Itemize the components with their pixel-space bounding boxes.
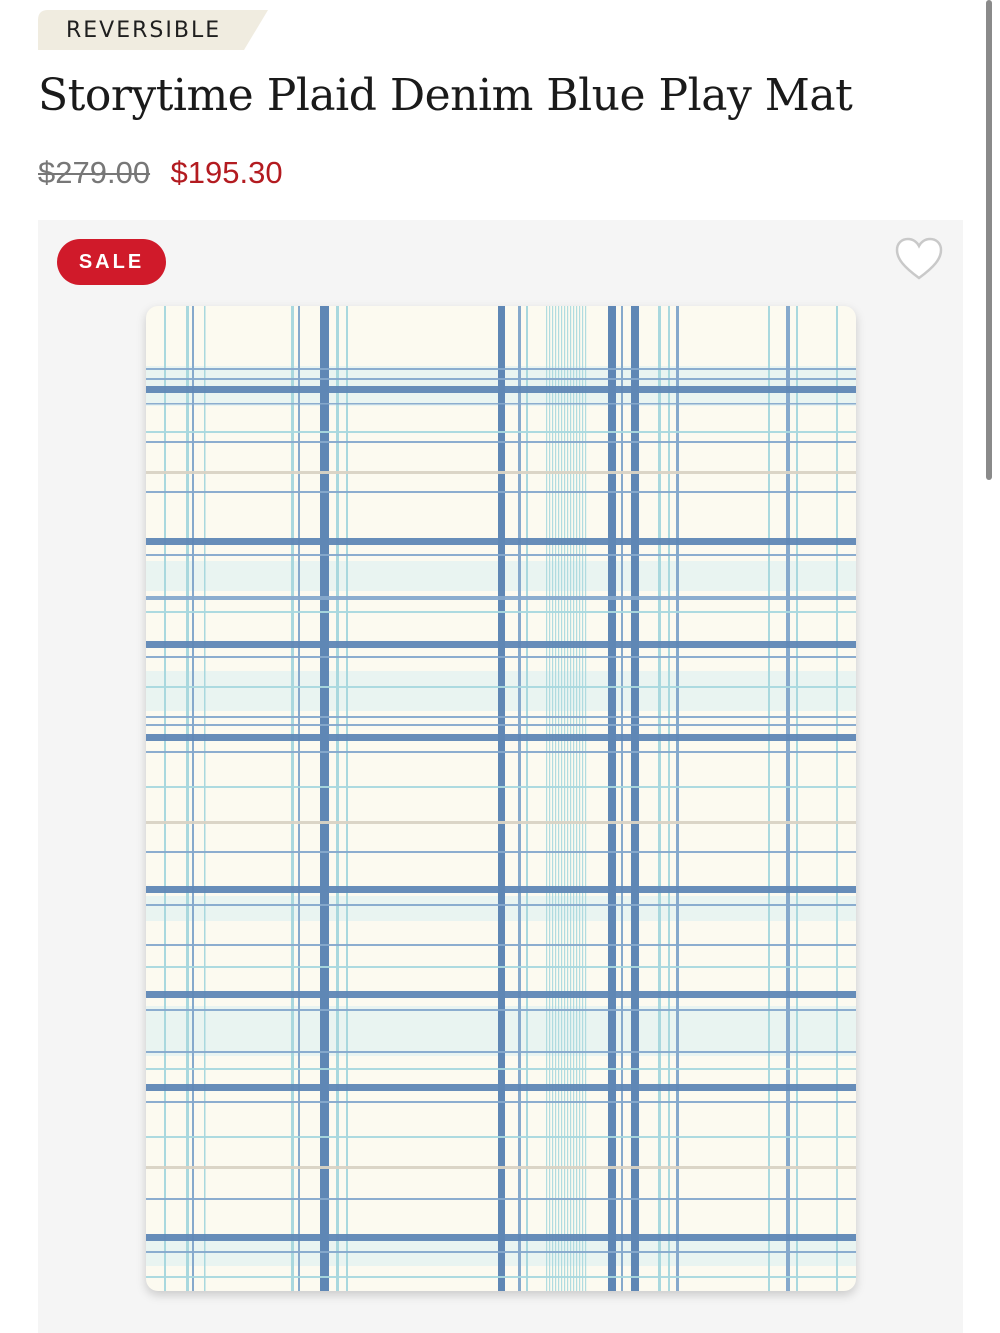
badge-label: REVERSIBLE <box>66 18 222 43</box>
page-scrollbar[interactable] <box>986 0 992 480</box>
heart-outline-icon[interactable] <box>894 237 944 281</box>
sale-badge: SALE <box>57 239 166 285</box>
product-image-panel[interactable]: SALE <box>38 220 963 1333</box>
product-title: Storytime Plaid Denim Blue Play Mat <box>38 70 853 121</box>
price-row: $279.00 $195.30 <box>38 155 283 195</box>
reversible-badge: REVERSIBLE <box>38 10 268 50</box>
sale-price: $195.30 <box>170 155 283 190</box>
plaid-pattern <box>146 306 856 1291</box>
original-price: $279.00 <box>38 155 151 190</box>
play-mat-image <box>146 306 856 1291</box>
